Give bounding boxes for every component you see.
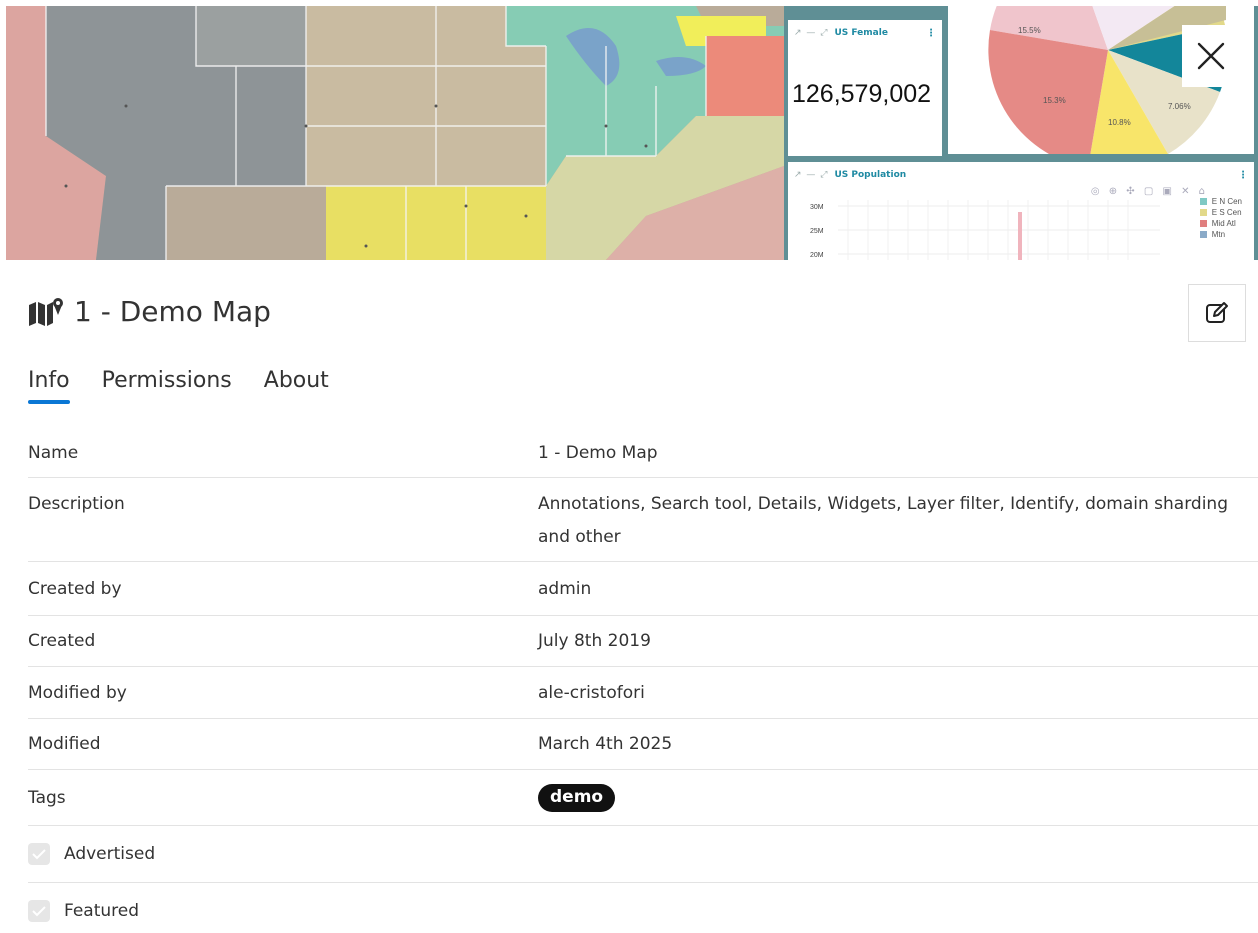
widget-menu-icon: ⋮ (1238, 169, 1248, 181)
map-preview (6, 6, 784, 260)
close-icon (1197, 42, 1225, 70)
counter-widget: ↗ — ⤢ US Female ⋮ 126,579,002 (788, 20, 942, 156)
y-tick-label: 30M (810, 204, 824, 211)
pie-label: 7.06% (1168, 102, 1191, 111)
pie-label: 15.5% (1018, 26, 1041, 35)
widget-tools-icon: ↗ — ⤢ (794, 28, 829, 38)
info-value: July 8th 2019 (538, 631, 651, 651)
chart-toolbar-icons: ◎ ⊕ ✣ ▢ ▣ ✕ ⌂ (1090, 186, 1208, 197)
info-row-tags: Tags demo (28, 770, 1258, 826)
tab-permissions[interactable]: Permissions (102, 368, 232, 401)
edit-button[interactable] (1188, 284, 1246, 342)
page-title: 1 - Demo Map (74, 294, 271, 328)
info-label: Tags (28, 787, 66, 808)
info-value: 1 - Demo Map (538, 442, 658, 463)
legend-item: Mtn (1211, 230, 1226, 239)
checkmark-icon (32, 849, 46, 860)
checkmark-icon (32, 906, 46, 917)
close-button[interactable] (1182, 25, 1240, 87)
info-value: ale-cristofori (538, 682, 645, 703)
counter-value: 126,579,002 (792, 80, 932, 108)
edit-icon (1206, 302, 1228, 323)
map-icon (29, 298, 63, 326)
info-row-name: Name 1 - Demo Map (28, 428, 1258, 478)
widget-tools-icon: ↗ — ⤢ (794, 170, 829, 180)
bar-chart-plot (838, 200, 1160, 260)
resource-header: 1 - Demo Map (28, 286, 271, 336)
info-row-created: Created July 8th 2019 (28, 616, 1258, 667)
info-row-featured: Featured (28, 883, 1258, 933)
advertised-checkbox[interactable] (28, 843, 50, 865)
widget-title: US Female (834, 28, 888, 38)
tab-info[interactable]: Info (28, 368, 70, 404)
featured-label: Featured (64, 901, 140, 921)
info-row-created-by: Created by admin (28, 562, 1258, 616)
legend-item: E N Cen (1211, 197, 1242, 206)
info-row-advertised: Advertised (28, 826, 1258, 883)
tag-badge[interactable]: demo (538, 783, 616, 812)
info-row-modified: Modified March 4th 2025 (28, 719, 1258, 770)
resource-thumbnail: ↗ — ⤢ US Female ⋮ 126,579,002 15.5% 15.3… (6, 6, 1258, 260)
pie-label: 10.8% (1108, 118, 1131, 127)
info-row-description: Description Annotations, Search tool, De… (28, 478, 1258, 562)
pie-label: 15.3% (1043, 96, 1066, 105)
featured-checkbox[interactable] (28, 900, 50, 922)
detail-tabs: Info Permissions About (28, 368, 329, 404)
info-value: Annotations, Search tool, Details, Widge… (538, 494, 1228, 547)
info-label: Created by (28, 578, 122, 599)
info-row-modified-by: Modified by ale-cristofori (28, 667, 1258, 719)
info-value: March 4th 2025 (538, 734, 673, 754)
advertised-label: Advertised (64, 844, 156, 864)
y-tick-label: 25M (810, 228, 824, 235)
info-label: Modified by (28, 682, 127, 703)
tab-about[interactable]: About (264, 368, 329, 401)
info-label: Description (28, 494, 125, 514)
legend-item: E S Cen (1211, 208, 1242, 217)
widget-menu-icon: ⋮ (926, 27, 936, 39)
y-tick-label: 20M (810, 252, 824, 259)
info-label: Created (28, 631, 96, 651)
info-label: Modified (28, 734, 101, 754)
bar-chart-widget: ↗ — ⤢ US Population ⋮ ◎ ⊕ ✣ ▢ ▣ ✕ ⌂ 30M … (788, 162, 1254, 260)
info-value: admin (538, 578, 592, 599)
legend-item: Mid Atl (1211, 219, 1236, 228)
info-table: Name 1 - Demo Map Description Annotation… (28, 428, 1258, 933)
widget-title: US Population (834, 170, 907, 180)
chart-legend: E N Cen E S Cen Mid Atl Mtn (1199, 196, 1242, 240)
info-label: Name (28, 442, 79, 463)
